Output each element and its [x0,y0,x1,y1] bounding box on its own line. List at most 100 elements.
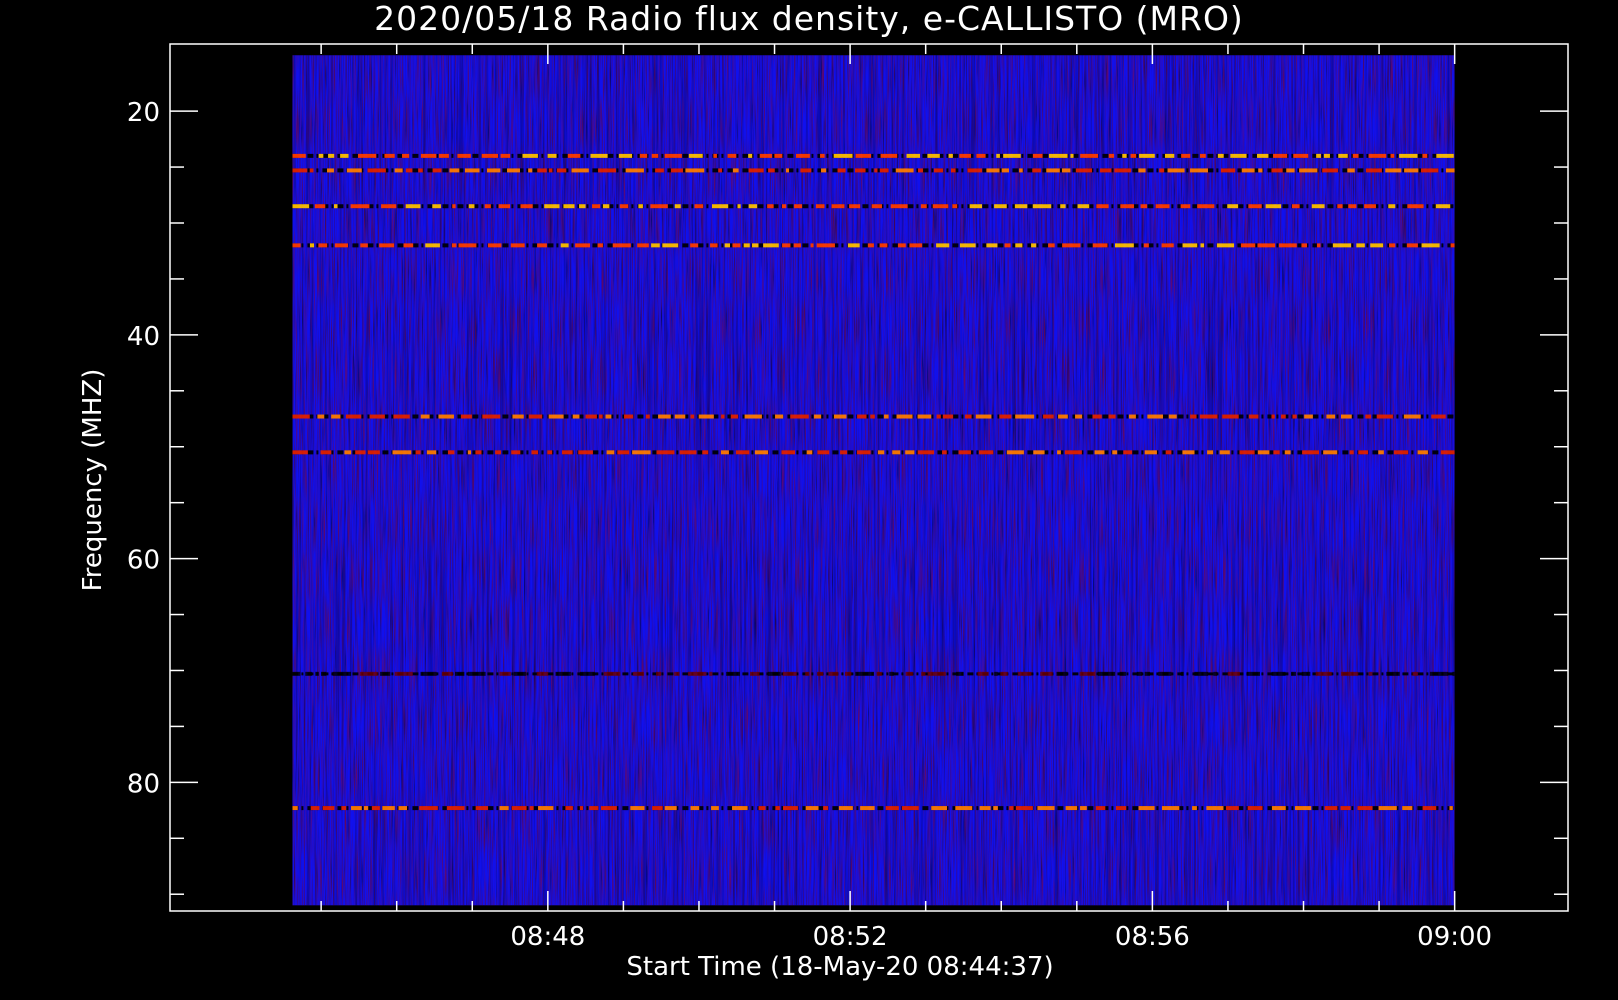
emission-band-segment [529,806,534,811]
emission-band-segment [920,204,927,209]
emission-band-segment [438,153,449,158]
emission-band-segment [817,671,824,676]
emission-band-segment [1220,168,1236,173]
emission-band-segment [531,450,539,455]
emission-band-segment [955,806,973,811]
emission-band-segment [687,671,707,676]
emission-band-segment [655,168,664,173]
emission-band-segment [1182,243,1198,248]
emission-band-segment [344,450,352,455]
emission-band-segment [860,806,875,811]
emission-band-segment [1386,671,1400,676]
emission-band-segment [1112,450,1118,455]
emission-band-segment [694,204,704,209]
emission-band-segment [1097,671,1116,676]
emission-band-segment [1033,450,1045,455]
emission-band-segment [625,168,644,173]
emission-band-segment [721,414,725,419]
emission-band-segment [405,204,421,209]
emission-band-segment [1248,414,1259,419]
emission-band-segment [763,243,779,248]
emission-band-segment [1449,806,1453,811]
emission-band-segment [394,671,413,676]
emission-band-segment [688,153,703,158]
emission-band-segment [402,153,410,158]
emission-band-segment [447,450,455,455]
emission-band-segment [651,153,659,158]
emission-band-segment [796,153,810,158]
emission-band-segment [857,414,867,419]
emission-band-segment [548,168,553,173]
emission-band-segment [975,414,992,419]
emission-band-segment [1286,168,1295,173]
y-axis-label: Frequency (MHZ) [78,369,108,592]
emission-band-segment [1194,671,1209,676]
emission-band-segment [759,153,772,158]
emission-band-segment [619,204,629,209]
emission-band-segment [1352,153,1359,158]
emission-band-segment [735,450,750,455]
emission-band-segment [994,671,998,676]
emission-band-segment [726,671,740,676]
emission-band-segment [449,168,460,173]
emission-band-segment [855,153,872,158]
emission-band-segment [993,806,998,811]
emission-band-segment [856,450,871,455]
emission-band-segment [585,414,597,419]
emission-band-segment [468,204,475,209]
emission-band-segment [855,671,875,676]
emission-band-segment [520,204,533,209]
emission-band-segment [1292,414,1297,419]
emission-band-segment [1136,671,1143,676]
emission-band-segment [1180,671,1184,676]
emission-band-segment [575,243,591,248]
emission-band-segment [1412,671,1419,676]
emission-band-segment [618,153,633,158]
emission-band-segment [685,168,705,173]
emission-band-segment [292,153,306,158]
emission-band-segment [418,168,423,173]
emission-band-segment [1190,168,1208,173]
emission-band-segment [748,204,758,209]
emission-band-segment [1370,243,1384,248]
emission-band-segment [674,414,686,419]
emission-band-segment [457,153,471,158]
emission-band-segment [1258,168,1263,173]
emission-band-segment [782,671,797,676]
emission-band-segment [441,671,453,676]
emission-band-segment [1164,153,1175,158]
emission-band-segment [432,204,441,209]
emission-band-segment [292,168,308,173]
emission-band-segment [710,243,718,248]
emission-band-segment [632,450,651,455]
emission-band-segment [1197,204,1215,209]
emission-band-segment [537,168,547,173]
emission-band-segment [906,153,920,158]
emission-band-segment [1064,450,1082,455]
emission-band-segment [355,450,366,455]
emission-band-segment [833,153,853,158]
emission-band-segment [438,414,454,419]
emission-band-segment [877,450,885,455]
emission-band-segment [879,168,889,173]
emission-band-segment [320,450,332,455]
emission-band-segment [1080,153,1099,158]
emission-band-segment [1015,243,1023,248]
emission-band-segment [838,806,853,811]
emission-band-segment [415,450,421,455]
emission-band-segment [1032,153,1043,158]
emission-band-segment [1291,204,1300,209]
emission-band-segment [360,243,368,248]
x-axis-label: Start Time (18-May-20 08:44:37) [626,952,1053,982]
emission-band-segment [720,450,729,455]
emission-band-segment [1316,153,1321,158]
emission-band-segment [464,168,480,173]
emission-band-segment [1247,806,1263,811]
emission-band-segment [1200,243,1205,248]
emission-band-segment [1062,243,1081,248]
emission-band-segment [1058,414,1068,419]
emission-band-segment [1239,450,1255,455]
emission-band-segment [823,806,829,811]
emission-band-segment [1240,243,1256,248]
emission-band-segment [1114,168,1132,173]
